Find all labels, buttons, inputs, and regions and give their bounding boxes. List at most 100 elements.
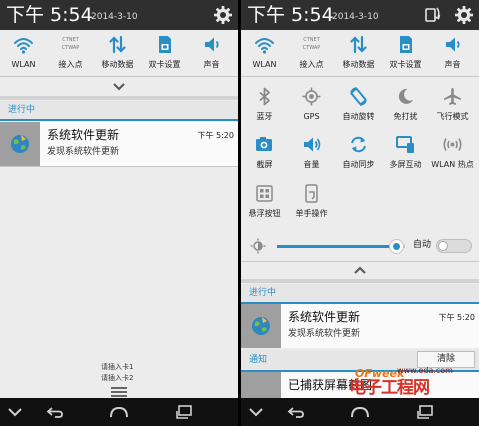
status-date: 2014-3-10 xyxy=(91,12,138,22)
notification-shade-expanded: 下午 5:54 2014-3-10 WLAN CTNET CTWAP 接入点 移… xyxy=(241,0,479,426)
quick-settings-row: WLAN CTNET CTWAP 接入点 移动数据 双卡设置 声音 xyxy=(241,31,479,75)
recent-apps-icon[interactable] xyxy=(175,404,195,420)
tile-bluetooth[interactable]: 蓝牙 xyxy=(241,83,288,127)
tile-mobile-data[interactable]: 移动数据 xyxy=(335,31,382,75)
expand-chevron-icon[interactable] xyxy=(112,82,126,92)
back-icon[interactable] xyxy=(286,404,306,420)
expanded-tiles-row-1: 蓝牙 GPS 自动旋转 免打扰 飞行模式 xyxy=(241,83,479,127)
tile-do-not-disturb[interactable]: 免打扰 xyxy=(382,83,429,127)
divider xyxy=(241,76,479,77)
wlan-hotspot-icon xyxy=(443,138,462,151)
settings-gear-icon[interactable] xyxy=(454,5,474,25)
tile-dual-sim[interactable]: 双卡设置 xyxy=(141,31,188,75)
panel-shadow xyxy=(0,96,238,100)
dual-sim-icon xyxy=(400,36,412,53)
tile-floating-button[interactable]: 悬浮按钮 xyxy=(241,180,288,224)
settings-gear-icon[interactable] xyxy=(213,5,233,25)
sim-notice: 请插入卡1 请插入卡2 xyxy=(101,362,133,384)
notification-thumb xyxy=(0,122,40,166)
brightness-slider[interactable] xyxy=(277,239,405,254)
panel-shadow xyxy=(241,279,479,283)
tile-access-point[interactable]: CTNET CTWAP 接入点 xyxy=(288,31,335,75)
notification-title: 系统软件更新 xyxy=(288,310,361,324)
tile-auto-rotate[interactable]: 自动旋转 xyxy=(335,83,382,127)
tile-dual-sim[interactable]: 双卡设置 xyxy=(382,31,429,75)
tile-label: 飞行模式 xyxy=(436,112,469,121)
mobile-data-icon xyxy=(350,35,367,54)
notification-shade-collapsed: 下午 5:54 2014-3-10 WLAN CTNET CTWAP 接入点 移… xyxy=(0,0,238,426)
sound-icon xyxy=(205,37,219,52)
section-notify: 通知 xyxy=(249,355,268,365)
auto-sync-icon xyxy=(351,136,366,153)
brightness-row: 自动 xyxy=(241,234,479,258)
brightness-thumb-dot xyxy=(393,243,401,250)
wifi-icon xyxy=(14,38,33,54)
back-icon[interactable] xyxy=(45,404,65,420)
status-bar: 下午 5:54 2014-3-10 xyxy=(0,0,238,30)
status-time: 下午 5:54 xyxy=(247,4,334,26)
globe-update-icon xyxy=(252,317,270,335)
section-divider xyxy=(0,119,238,121)
hide-keyboard-icon[interactable] xyxy=(5,404,25,420)
screen-rotate-icon[interactable] xyxy=(422,5,442,25)
notification-system-update[interactable]: 系统软件更新 发现系统软件更新 下午 5:20 xyxy=(241,304,479,348)
tile-label: WLAN 热点 xyxy=(431,160,474,169)
tile-sound[interactable]: 声音 xyxy=(188,31,235,75)
tile-wlan-hotspot[interactable]: WLAN 热点 xyxy=(429,131,476,175)
tile-gps[interactable]: GPS xyxy=(288,83,335,127)
floating-button-icon xyxy=(256,185,273,202)
tile-multi-screen[interactable]: 多屏互动 xyxy=(382,131,429,175)
auto-brightness-label: 自动 xyxy=(413,240,432,250)
notification-subtitle: 发现系统软件更新 xyxy=(288,329,361,339)
auto-rotate-icon xyxy=(350,87,367,106)
sim-notice-2: 请插入卡2 xyxy=(101,374,134,382)
notification-time: 下午 5:20 xyxy=(438,313,475,322)
drag-handle-icon[interactable] xyxy=(111,387,127,397)
home-icon[interactable] xyxy=(350,404,370,420)
home-icon[interactable] xyxy=(109,404,129,420)
expanded-tiles-row-2: 截屏 音量 自动同步 多屏互动 WLAN 热点 xyxy=(241,131,479,175)
clear-all-button[interactable]: 清除 xyxy=(417,351,475,368)
notification-thumb xyxy=(241,372,281,398)
collapse-chevron-icon[interactable] xyxy=(353,265,367,275)
tile-screenshot[interactable]: 截屏 xyxy=(241,131,288,175)
carrier-ctnet: CTNET xyxy=(62,37,79,43)
notification-title: 已捕获屏幕截图 xyxy=(288,378,373,392)
expanded-tiles-row-3: 悬浮按钮 单手操作 xyxy=(241,180,479,224)
globe-update-icon xyxy=(11,135,29,153)
tile-label: 声音 xyxy=(203,60,220,69)
tile-wlan[interactable]: WLAN xyxy=(0,31,47,75)
section-notify-bar: 通知 清除 xyxy=(241,350,479,370)
tile-access-point[interactable]: CTNET CTWAP 接入点 xyxy=(47,31,94,75)
notification-system-update[interactable]: 系统软件更新 发现系统软件更新 下午 5:20 xyxy=(0,122,238,166)
bluetooth-icon xyxy=(259,87,270,106)
navigation-bar xyxy=(0,398,238,426)
gps-icon xyxy=(302,87,321,106)
notification-title: 系统软件更新 xyxy=(47,128,120,142)
tile-airplane-mode[interactable]: 飞行模式 xyxy=(429,83,476,127)
brightness-icon xyxy=(250,238,266,254)
tile-mobile-data[interactable]: 移动数据 xyxy=(94,31,141,75)
tile-auto-sync[interactable]: 自动同步 xyxy=(335,131,382,175)
tile-sound[interactable]: 声音 xyxy=(429,31,476,75)
screenshot-icon xyxy=(256,137,272,151)
notification-screenshot-partial[interactable]: 已捕获屏幕截图 xyxy=(241,372,479,398)
toggle-knob xyxy=(438,241,448,251)
recent-apps-icon[interactable] xyxy=(416,404,436,420)
quick-settings-row: WLAN CTNET CTWAP 接入点 移动数据 双卡设置 声音 xyxy=(0,31,238,75)
notification-subtitle: 发现系统软件更新 xyxy=(47,147,120,157)
volume-icon xyxy=(304,137,321,152)
tile-one-hand[interactable]: 单手操作 xyxy=(288,180,335,224)
tile-label: 声音 xyxy=(444,60,461,69)
tile-wlan[interactable]: WLAN xyxy=(241,31,288,75)
tile-volume[interactable]: 音量 xyxy=(288,131,335,175)
auto-brightness-toggle[interactable] xyxy=(436,239,472,253)
brightness-thumb[interactable] xyxy=(389,239,405,254)
section-ongoing: 进行中 xyxy=(0,101,238,119)
airplane-icon xyxy=(444,88,461,105)
navigation-bar xyxy=(241,398,479,426)
sound-icon xyxy=(446,37,460,52)
mobile-data-icon xyxy=(109,35,126,54)
sim-notice-1: 请插入卡1 xyxy=(101,363,134,371)
hide-keyboard-icon[interactable] xyxy=(246,404,266,420)
